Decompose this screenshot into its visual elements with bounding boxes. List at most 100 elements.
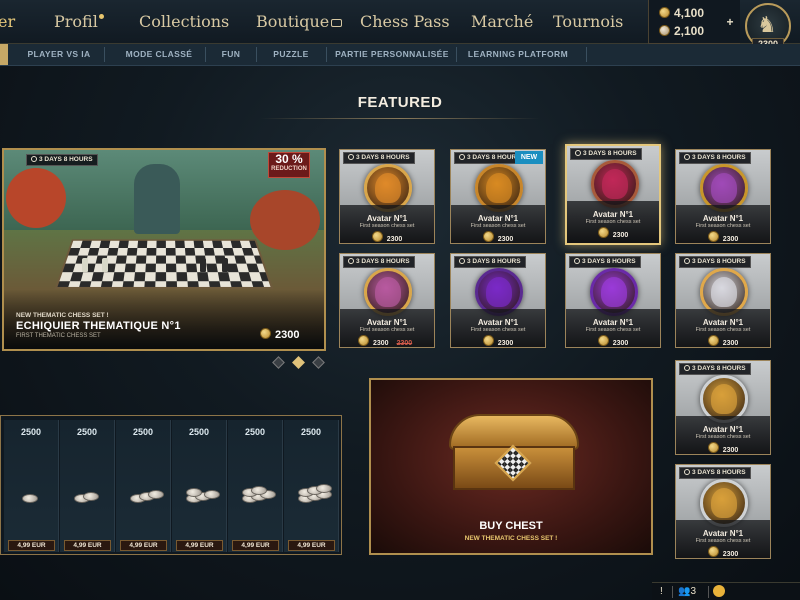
card-price-value: 2300 bbox=[722, 551, 739, 558]
tab-player-vs-ia[interactable]: PLAYER VS IA bbox=[14, 44, 104, 65]
hero-title: ECHIQUIER THEMATIQUE N°1 bbox=[16, 320, 181, 332]
silver-coin-icon bbox=[204, 490, 220, 499]
card-timer-text: 3 DAYS 8 HOURS bbox=[467, 258, 521, 265]
silver-coin-icon bbox=[251, 486, 267, 495]
avatar-card[interactable]: 3 DAYS 8 HOURS Avatar N°1 First season che… bbox=[675, 360, 771, 455]
card-timer: 3 DAYS 8 HOURS bbox=[679, 467, 751, 479]
chess-piece-art bbox=[200, 258, 206, 272]
nav-item-boutique[interactable]: Boutique bbox=[256, 12, 343, 31]
card-title: Avatar N°1 bbox=[702, 318, 744, 327]
pack-price-button[interactable]: 4,99 EUR bbox=[120, 540, 167, 551]
card-subtitle: First season chess set bbox=[585, 219, 641, 225]
chess-piece-art bbox=[222, 258, 228, 272]
divider bbox=[586, 47, 587, 62]
notification-dot-icon bbox=[98, 14, 104, 19]
tab-mode-classe[interactable]: MODE CLASSÉ bbox=[114, 44, 204, 65]
silver-coin-icon bbox=[22, 494, 38, 503]
avatar-card[interactable]: 3 DAYS 8 HOURS Avatar N°1 First season che… bbox=[565, 253, 661, 348]
avatar-card[interactable]: 3 DAYS 8 HOURS Avatar N°1 First season che… bbox=[339, 149, 435, 244]
avatar-card[interactable]: 3 DAYS 8 HOURS Avatar N°1 First season che… bbox=[675, 253, 771, 348]
featured-chessboard-offer[interactable]: 3 DAYS 8 HOURS 30 % REDUCTION NEW THEMAT… bbox=[2, 148, 326, 351]
avatar-figure bbox=[601, 277, 627, 307]
card-price: 2300 bbox=[676, 442, 770, 454]
nav-item-profil[interactable]: Profil bbox=[54, 12, 104, 31]
carousel-dot[interactable] bbox=[312, 356, 325, 369]
divider bbox=[672, 586, 673, 598]
card-title: Avatar N°1 bbox=[366, 214, 408, 223]
card-price-value: 2300 bbox=[497, 236, 514, 243]
coin-pack[interactable]: 2500 4,99 EUR bbox=[116, 420, 171, 552]
coin-pack[interactable]: 2500 4,99 EUR bbox=[4, 420, 59, 552]
pack-amount: 2500 bbox=[76, 427, 98, 437]
chess-piece-art bbox=[102, 258, 108, 272]
tab-fun[interactable]: FUN bbox=[206, 44, 256, 65]
hint-icon[interactable]: ǃ bbox=[660, 586, 663, 597]
card-timer-text: 3 DAYS 8 HOURS bbox=[356, 258, 410, 265]
silver-coin-icon bbox=[659, 25, 670, 36]
card-price-value: 2300 bbox=[612, 232, 629, 239]
clock-icon bbox=[459, 154, 465, 160]
card-price: 2300 bbox=[451, 231, 545, 243]
gold-coin-icon bbox=[707, 231, 719, 242]
friends-icon: 👥 bbox=[678, 586, 691, 597]
card-title: Avatar N°1 bbox=[702, 214, 744, 223]
card-timer: 3 DAYS 8 HOURS bbox=[569, 256, 641, 268]
avatar-card[interactable]: 3 DAYS 8 HOURS Avatar N°1 First season che… bbox=[675, 464, 771, 559]
hero-kicker: NEW THEMATIC CHESS SET ! bbox=[16, 312, 109, 319]
nav-item-collections[interactable]: Collections bbox=[139, 12, 229, 31]
gold-coin-icon bbox=[659, 7, 670, 18]
card-timer-text: 3 DAYS 8 HOURS bbox=[692, 469, 746, 476]
pack-price-button[interactable]: 4,99 EUR bbox=[8, 540, 55, 551]
nav-item-play[interactable]: er bbox=[0, 12, 15, 31]
friends-button[interactable]: 👥3 bbox=[678, 586, 696, 597]
pack-price-button[interactable]: 4,99 EUR bbox=[176, 540, 223, 551]
pack-price-button[interactable]: 4,99 EUR bbox=[232, 540, 279, 551]
divider bbox=[104, 47, 105, 62]
avatar-card[interactable]: 3 DAYS 8 HOURS Avatar N°1 First season che… bbox=[565, 144, 661, 245]
pack-amount: 2500 bbox=[188, 427, 210, 437]
avatar-card[interactable]: 3 DAYS 8 HOURS Avatar N°1 First season che… bbox=[450, 253, 546, 348]
card-timer: 3 DAYS 8 HOURS bbox=[679, 363, 751, 375]
pack-price-button[interactable]: 4,99 EUR bbox=[288, 540, 335, 551]
tab-learning-platform[interactable]: LEARNING PLATFORM bbox=[460, 44, 576, 65]
new-badge: NEW bbox=[515, 151, 543, 164]
card-subtitle: First season chess set bbox=[585, 327, 641, 333]
nav-item-tournois[interactable]: Tournois bbox=[553, 12, 623, 31]
card-subtitle: First season chess set bbox=[695, 538, 751, 544]
card-title: Avatar N°1 bbox=[592, 210, 634, 219]
emote-icon[interactable] bbox=[713, 585, 725, 597]
tab-puzzle[interactable]: PUZZLE bbox=[258, 44, 324, 65]
tab-partie-personnalisee[interactable]: PARTIE PERSONNALISÉE bbox=[330, 44, 454, 65]
hero-timer: 3 DAYS 8 HOURS bbox=[26, 154, 98, 166]
divider bbox=[456, 47, 457, 62]
card-subtitle: First season chess set bbox=[695, 327, 751, 333]
carousel-dot-active[interactable] bbox=[292, 356, 305, 369]
avatar-card[interactable]: 3 DAYS 8 HOURS Avatar N°1 First season che… bbox=[675, 149, 771, 244]
coin-pack[interactable]: 2500 4,99 EUR bbox=[60, 420, 115, 552]
gold-coin-icon bbox=[707, 442, 719, 453]
nav-item-chess-pass[interactable]: Chess Pass bbox=[360, 12, 450, 31]
silver-amount: 2,100 bbox=[674, 24, 705, 38]
coin-pack[interactable]: 2500 4,99 EUR bbox=[284, 420, 339, 552]
coin-pack[interactable]: 2500 4,99 EUR bbox=[228, 420, 283, 552]
gold-coin-icon bbox=[482, 231, 494, 242]
chest-lid-art bbox=[449, 414, 579, 450]
coin-pack[interactable]: 2500 4,99 EUR bbox=[172, 420, 227, 552]
featured-heading: FEATURED bbox=[357, 94, 443, 111]
add-currency-button[interactable]: + bbox=[724, 16, 736, 28]
card-price: 2300 bbox=[676, 335, 770, 347]
carousel-dot[interactable] bbox=[272, 356, 285, 369]
card-timer-text: 3 DAYS 8 HOURS bbox=[692, 258, 746, 265]
clock-icon bbox=[348, 154, 354, 160]
card-title: Avatar N°1 bbox=[477, 214, 519, 223]
hero-price-value: 2300 bbox=[275, 329, 300, 341]
gold-coin-icon bbox=[371, 231, 383, 242]
avatar-card[interactable]: 3 DAYS 8 HOURS Avatar N°1 First season che… bbox=[339, 253, 435, 348]
pack-price-button[interactable]: 4,99 EUR bbox=[64, 540, 111, 551]
nav-item-marche[interactable]: Marché bbox=[471, 12, 533, 31]
buy-chest-offer[interactable]: BUY CHEST NEW THEMATIC CHESS SET ! bbox=[369, 378, 653, 555]
avatar-card[interactable]: 3 DAYS 8 HOURS NEW Avatar N°1 First season … bbox=[450, 149, 546, 244]
chess-piece-art bbox=[82, 258, 88, 272]
avatar-figure bbox=[711, 384, 737, 414]
sub-navigation: PLAYER VS IA MODE CLASSÉ FUN PUZZLE PART… bbox=[0, 44, 800, 66]
